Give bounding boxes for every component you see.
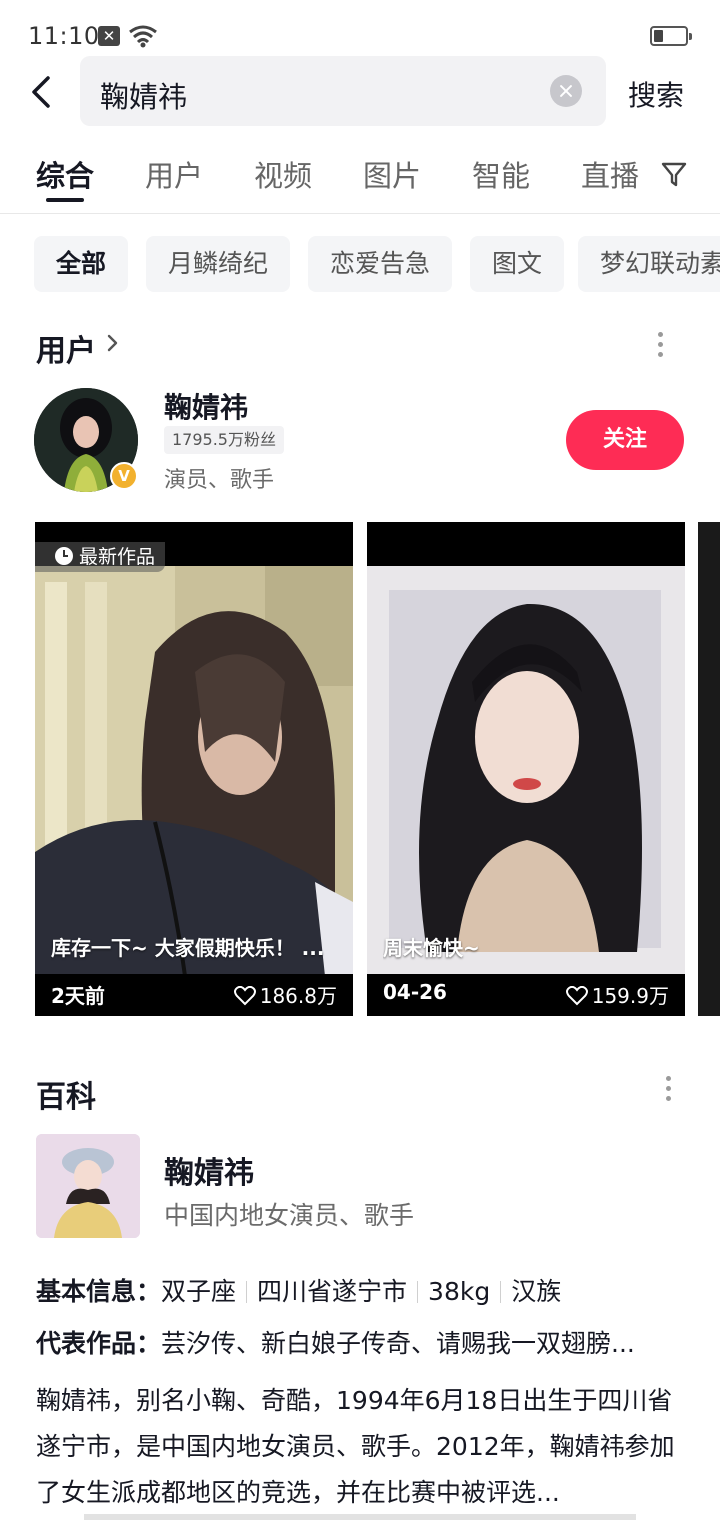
works-label: 代表作品： [36, 1329, 162, 1358]
video-card[interactable]: 最新作品 库存一下~ 大家假期快乐！ ... 2天前 186.8万 [35, 522, 353, 1016]
baike-more-button[interactable] [666, 1076, 672, 1106]
video-likes: 159.9万 [565, 980, 669, 1009]
user-section-title[interactable]: 用户 [36, 326, 96, 370]
works-value: 芸汐传、新白娘子传奇、请赐我一双翅膀... [161, 1329, 635, 1358]
search-input[interactable]: 鞠婧祎 [80, 56, 606, 126]
chip-lianai-gaoji[interactable]: 恋爱告急 [308, 236, 453, 292]
clear-search-button[interactable] [550, 75, 582, 107]
tab-videos[interactable]: 视频 [254, 153, 312, 195]
bottom-divider [84, 1514, 636, 1520]
basic-info-value: 四川省遂宁市 [257, 1277, 408, 1306]
back-button[interactable] [22, 70, 62, 114]
search-tabs: 综合 用户 视频 图片 智能 直播 [0, 140, 720, 214]
baike-section-title: 百科 [36, 1080, 96, 1115]
basic-info-value: 汉族 [511, 1277, 562, 1306]
baike-thumbnail[interactable] [36, 1134, 140, 1238]
latest-work-badge: 最新作品 [35, 542, 166, 572]
follow-button[interactable]: 关注 [566, 410, 684, 470]
user-section-more-button[interactable] [658, 332, 664, 362]
video-date: 04-26 [383, 980, 447, 1004]
chip-yuelin-qiji[interactable]: 月鳞绮纪 [146, 236, 291, 292]
verified-badge-icon: V [110, 462, 138, 490]
wifi-icon [129, 25, 157, 48]
user-tags: 演员、歌手 [164, 468, 275, 493]
video-card-peek[interactable] [698, 522, 720, 1016]
basic-info-label: 基本信息： [36, 1277, 162, 1306]
tab-users[interactable]: 用户 [145, 153, 203, 195]
basic-info-value: 双子座 [161, 1277, 237, 1306]
baike-name[interactable]: 鞠婧祎 [164, 1148, 254, 1192]
battery-icon [650, 26, 692, 46]
video-caption: 周末愉快~ [383, 936, 480, 960]
search-button[interactable]: 搜索 [628, 74, 684, 114]
status-time: 11:10 [28, 22, 100, 50]
video-caption: 库存一下~ 大家假期快乐！ ... [51, 936, 325, 960]
video-date: 2天前 [51, 984, 105, 1008]
representative-works-row[interactable]: 代表作品：芸汐传、新白娘子传奇、请赐我一双翅膀... [36, 1324, 635, 1360]
tab-images[interactable]: 图片 [363, 153, 421, 195]
video-likes: 186.8万 [233, 980, 337, 1009]
chip-image-text[interactable]: 图文 [470, 236, 565, 292]
user-name[interactable]: 鞠婧祎 [164, 386, 248, 426]
tab-smart[interactable]: 智能 [472, 153, 530, 195]
notification-icon: ✕ [98, 26, 120, 46]
chevron-right-icon[interactable] [106, 333, 120, 353]
tab-comprehensive[interactable]: 综合 [36, 153, 94, 195]
tab-live[interactable]: 直播 [581, 153, 639, 195]
clock-icon [55, 547, 73, 565]
search-query-text: 鞠婧祎 [100, 80, 188, 114]
heart-icon [565, 986, 588, 1006]
basic-info-row: 基本信息：双子座 四川省遂宁市 38kg 汉族 [36, 1272, 561, 1308]
baike-description: 中国内地女演员、歌手 [164, 1201, 415, 1230]
filter-chips: 全部 月鳞绮纪 恋爱告急 图文 梦幻联动素 [34, 236, 720, 294]
basic-info-value: 38kg [428, 1277, 491, 1306]
chip-dream-collab[interactable]: 梦幻联动素 [578, 236, 720, 292]
filter-icon[interactable] [660, 160, 688, 190]
video-likes-count: 159.9万 [591, 984, 669, 1008]
fans-count-badge: 1795.5万粉丝 [164, 426, 284, 454]
status-bar: 11:10 ✕ [0, 0, 720, 60]
latest-work-label: 最新作品 [79, 546, 156, 568]
video-likes-count: 186.8万 [259, 984, 337, 1008]
chip-all[interactable]: 全部 [34, 236, 129, 292]
baike-intro[interactable]: 鞠婧祎，别名小鞠、奇酷，1994年6月18日出生于四川省遂宁市，是中国内地女演员… [36, 1378, 686, 1516]
video-card[interactable]: 周末愉快~ 04-26 159.9万 [367, 522, 685, 1016]
active-tab-indicator [46, 198, 84, 202]
heart-icon [233, 986, 256, 1006]
